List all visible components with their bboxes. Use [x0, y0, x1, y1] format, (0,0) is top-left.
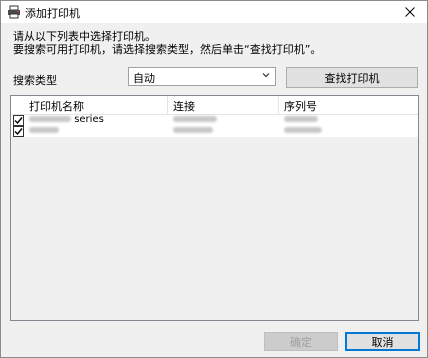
printer-name-cell	[29, 125, 59, 137]
connection-cell	[173, 125, 213, 137]
add-printer-dialog: 添加打印机 请从以下列表中选择打印机。 要搜索可用打印机，请选择搜索类型，然后单…	[0, 0, 428, 358]
redacted-connection	[173, 127, 213, 133]
redacted-serial	[284, 116, 318, 122]
redacted-serial	[284, 127, 322, 133]
close-button[interactable]	[395, 1, 425, 23]
redacted-model	[29, 116, 71, 122]
column-divider[interactable]	[167, 96, 168, 114]
search-type-label: 搜索类型	[13, 74, 57, 87]
redacted-connection	[173, 116, 217, 122]
find-printer-label: 查找打印机	[324, 71, 380, 85]
search-type-select[interactable]: 自动	[128, 67, 276, 86]
column-header-connection[interactable]: 连接	[173, 98, 195, 113]
close-icon	[405, 7, 415, 17]
window-title: 添加打印机	[25, 7, 80, 20]
title-bar[interactable]: 添加打印机	[1, 1, 427, 23]
cancel-label: 取消	[371, 335, 394, 349]
serial-cell	[284, 125, 322, 137]
row-checkbox[interactable]	[13, 115, 24, 126]
instruction-line-2: 要搜索可用打印机，请选择搜索类型，然后单击“查找打印机”。	[13, 43, 322, 56]
printer-list[interactable]: 打印机名称 连接 序列号 series	[10, 95, 419, 321]
search-type-value: 自动	[133, 72, 155, 85]
ok-button[interactable]: 确定	[264, 332, 338, 351]
find-printer-button[interactable]: 查找打印机	[286, 67, 418, 88]
printer-icon	[8, 5, 20, 19]
table-row[interactable]	[11, 126, 418, 137]
list-header: 打印机名称 连接 序列号	[11, 96, 418, 115]
table-row[interactable]: series	[11, 114, 418, 126]
row-checkbox[interactable]	[13, 126, 24, 137]
chevron-down-icon	[262, 73, 270, 78]
printer-name-suffix: series	[74, 114, 104, 125]
column-header-serial[interactable]: 序列号	[284, 98, 317, 113]
instruction-line-1: 请从以下列表中选择打印机。	[13, 30, 156, 43]
column-header-name[interactable]: 打印机名称	[29, 98, 84, 113]
cancel-button[interactable]: 取消	[345, 332, 420, 351]
ok-label: 确定	[290, 335, 312, 349]
column-divider[interactable]	[278, 96, 279, 114]
redacted-model	[29, 127, 59, 133]
